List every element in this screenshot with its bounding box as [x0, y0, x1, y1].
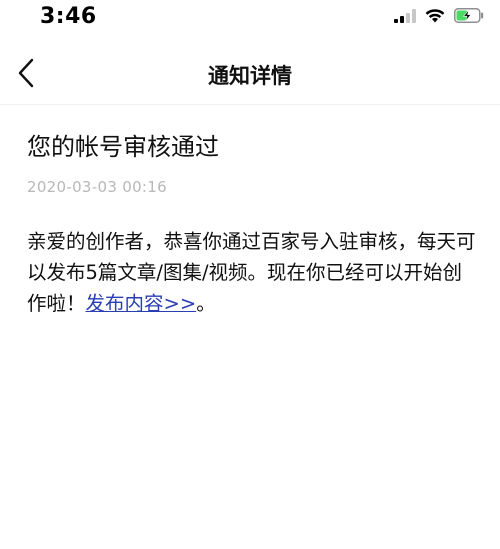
notice-title: 您的帐号审核通过 — [27, 133, 219, 161]
battery-charging-icon — [454, 8, 484, 27]
page-title: 通知详情 — [208, 64, 292, 88]
signal-icon — [394, 8, 416, 27]
status-icons — [394, 8, 484, 27]
notice-timestamp: 2020-03-03 00:16 — [27, 178, 167, 196]
notice-body-end: 。 — [196, 292, 216, 315]
publish-content-link[interactable]: 发布内容>> — [86, 292, 197, 315]
nav-bar: 通知详情 — [0, 46, 500, 105]
notice-body: 亲爱的创作者，恭喜你通过百家号入驻审核，每天可以发布5篇文章/图集/视频。现在你… — [27, 226, 476, 319]
notification-detail-screen: 3:46 通知详情 您的帐号审核通过 2020-03-03 00:16 亲爱的创… — [0, 0, 500, 549]
wifi-icon — [425, 8, 445, 27]
status-bar: 3:46 — [0, 0, 500, 40]
status-time: 3:46 — [40, 4, 97, 29]
notice-content: 您的帐号审核通过 2020-03-03 00:16 亲爱的创作者，恭喜你通过百家… — [27, 130, 476, 319]
